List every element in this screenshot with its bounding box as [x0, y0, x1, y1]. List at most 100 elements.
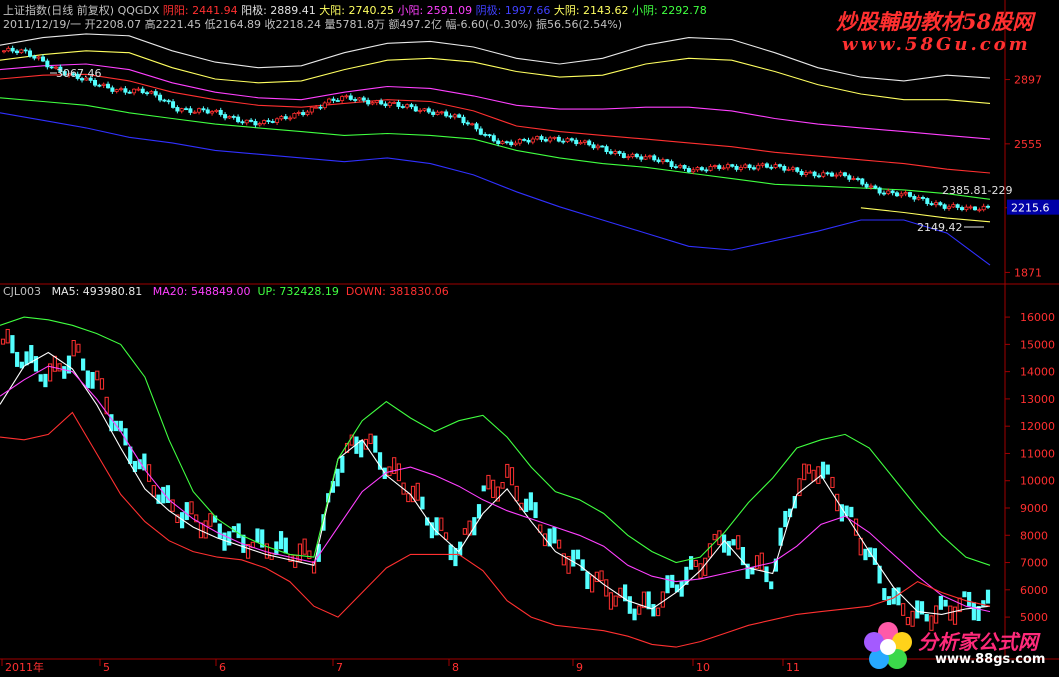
- candle-body: [257, 123, 262, 126]
- volume-bar: [462, 528, 467, 535]
- candle-body: [647, 155, 652, 158]
- volume-bar: [655, 607, 661, 617]
- volume-bar: [599, 570, 604, 582]
- volume-bar: [62, 366, 67, 379]
- y-tick-label: 8000: [1020, 529, 1048, 542]
- candle-body: [595, 145, 600, 149]
- volume-bar: [971, 602, 976, 621]
- volume-bar: [208, 513, 213, 527]
- y-tick-label: 6000: [1020, 584, 1048, 597]
- candle-body: [747, 164, 752, 169]
- volume-bar: [891, 587, 896, 605]
- candle-body: [535, 136, 540, 140]
- y-tick-label: 12000: [1020, 420, 1055, 433]
- candle-body: [106, 83, 111, 89]
- y-tick-label: 9000: [1020, 502, 1048, 515]
- candle-body: [426, 108, 431, 113]
- candle-body: [184, 108, 189, 111]
- volume-bar: [604, 579, 609, 597]
- candle-body: [847, 175, 852, 180]
- candle-body: [699, 167, 704, 171]
- candle-body: [942, 204, 947, 209]
- volume-bar: [95, 370, 100, 381]
- volume-bar: [552, 527, 557, 544]
- volume-bar: [981, 600, 986, 607]
- candle-body: [509, 141, 514, 146]
- y-tick-label: 14000: [1020, 366, 1055, 379]
- candle-body: [244, 119, 249, 124]
- candle-body: [218, 109, 223, 115]
- candle-body: [210, 111, 215, 114]
- volume-bar: [373, 435, 378, 453]
- x-tick-label: 5: [103, 661, 110, 674]
- candle-body: [864, 183, 869, 188]
- y-tick-label: 7000: [1020, 557, 1048, 570]
- candle-body: [548, 137, 553, 142]
- volume-bar: [764, 566, 769, 583]
- band-大阳: [0, 50, 991, 104]
- volume-bar: [703, 557, 708, 576]
- volume-bar: [528, 492, 533, 511]
- candle-body: [305, 111, 310, 116]
- candle-body: [933, 202, 938, 206]
- candle-body: [587, 140, 592, 146]
- volume-bar: [783, 510, 788, 528]
- header-item: 上证指数(日线 前复权) QQGDX: [3, 4, 163, 17]
- candle-body: [418, 109, 423, 112]
- candle-body: [691, 169, 696, 173]
- volume-bar: [29, 345, 34, 364]
- volume-bar: [38, 374, 43, 382]
- volume-bar: [608, 592, 614, 610]
- candle-body: [903, 192, 908, 195]
- candle-body: [600, 145, 605, 148]
- candle-body: [669, 161, 674, 167]
- indicator-header: CJL003 MA5: 493980.81 MA20: 548849.00 UP…: [3, 285, 449, 298]
- volume-bar: [184, 502, 189, 521]
- volume-bar: [57, 363, 62, 372]
- candle-body: [119, 88, 124, 91]
- candle-body: [621, 153, 626, 158]
- indicator-name: CJL003: [3, 285, 42, 298]
- volume-bar: [71, 340, 76, 357]
- candle-body: [552, 136, 557, 139]
- candle-body: [28, 50, 33, 57]
- volume-bar: [476, 504, 482, 519]
- candle-body: [201, 108, 206, 111]
- y-tick-label: 15000: [1020, 338, 1055, 351]
- volume-bar: [557, 539, 562, 549]
- candle-body: [764, 163, 769, 168]
- candle-body: [756, 164, 761, 170]
- candle-body: [314, 106, 319, 109]
- y-tick-label: 11000: [1020, 447, 1055, 460]
- watermark-top-title: 炒股輔助教材58股网: [836, 9, 1034, 34]
- header-line2: 2011/12/19/一 开2208.07 高2221.45 低2164.89 …: [3, 18, 622, 31]
- y-tick-label: 13000: [1020, 393, 1055, 406]
- annotation-high: 3067.46: [56, 67, 102, 80]
- candle-body: [405, 104, 410, 108]
- candle-body: [348, 95, 353, 100]
- y-tick-label: 2897: [1014, 74, 1042, 87]
- volume-bar: [886, 596, 892, 606]
- candle-body: [829, 172, 834, 177]
- candle-body: [842, 172, 847, 177]
- volume-bar: [924, 614, 929, 622]
- volume-bar: [769, 581, 774, 590]
- candle-body: [223, 114, 228, 119]
- volume-bar: [406, 493, 411, 503]
- volume-bar: [712, 533, 717, 541]
- volume-bar: [128, 446, 133, 464]
- candle-body: [110, 87, 115, 92]
- header-item: 阴极: 1997.66: [475, 4, 554, 17]
- candle-body: [725, 164, 730, 169]
- candle-body: [301, 112, 306, 116]
- candle-body: [977, 209, 982, 212]
- candle-body: [539, 136, 544, 140]
- candle-body: [179, 108, 184, 112]
- candle-body: [946, 206, 951, 209]
- candle-body: [340, 96, 345, 101]
- x-tick-label: 7: [336, 661, 343, 674]
- candle-body: [777, 164, 782, 167]
- candle-body: [41, 56, 46, 62]
- candle-body: [227, 116, 232, 119]
- candle-body: [565, 138, 570, 142]
